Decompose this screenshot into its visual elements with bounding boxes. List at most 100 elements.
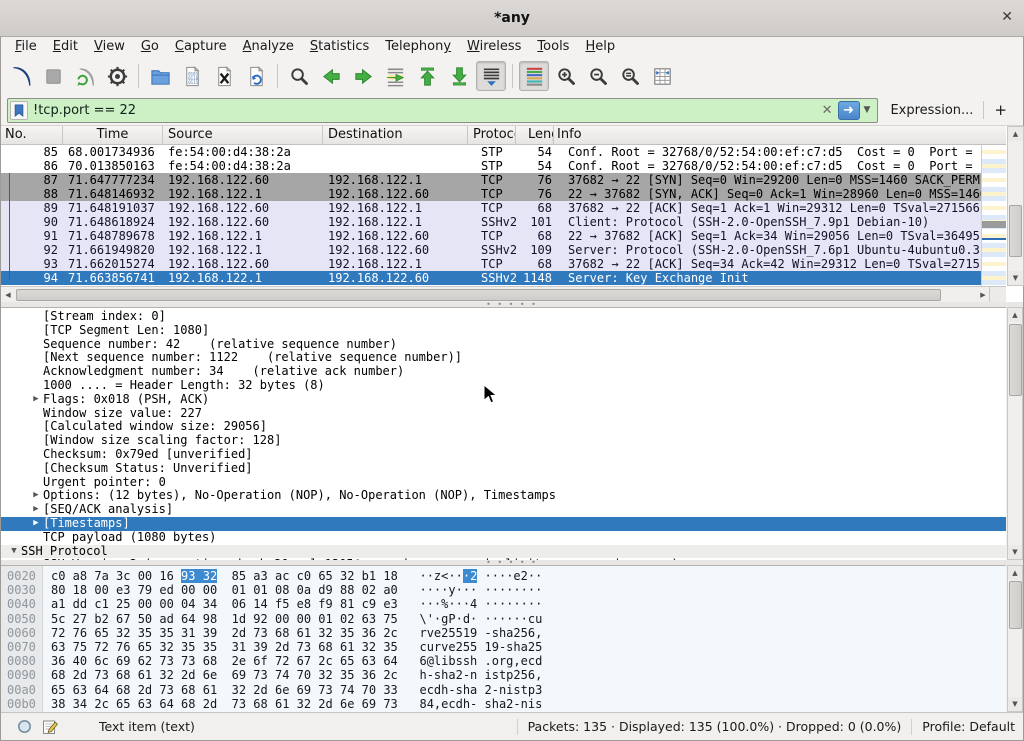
detail-line[interactable]: Acknowledgment number: 34 (relative ack … bbox=[1, 365, 1006, 379]
menu-wireless[interactable]: Wireless bbox=[459, 38, 529, 56]
hscrollbar-thumb[interactable] bbox=[16, 289, 941, 301]
hex-row-00a0[interactable]: 00a065 63 64 68 2d 73 68 61 32 2d 6e 69 … bbox=[1, 683, 1006, 697]
column-header-source[interactable]: Source bbox=[163, 126, 323, 144]
packet-row-93[interactable]: 9371.662015274192.168.122.60192.168.122.… bbox=[1, 257, 981, 271]
add-filter-button[interactable]: + bbox=[984, 101, 1017, 119]
menu-help[interactable]: Help bbox=[577, 38, 623, 56]
clear-filter-icon[interactable]: ✕ bbox=[817, 103, 838, 118]
toolbar-go-forward-button[interactable] bbox=[348, 61, 378, 91]
apply-filter-button[interactable]: ➜ bbox=[838, 101, 860, 120]
menu-edit[interactable]: Edit bbox=[45, 38, 86, 56]
expander-collapsed-icon[interactable]: ▶ bbox=[29, 503, 43, 517]
detail-line[interactable]: [Calculated window size: 29056] bbox=[1, 420, 1006, 434]
detail-line[interactable]: ▶Flags: 0x018 (PSH, ACK) bbox=[1, 393, 1006, 407]
packet-minimap[interactable] bbox=[981, 145, 1006, 286]
toolbar-restart-capture-button[interactable] bbox=[70, 61, 100, 91]
scrollbar-thumb[interactable] bbox=[1009, 324, 1022, 396]
status-profile[interactable]: Profile: Default bbox=[922, 719, 1015, 734]
detail-line[interactable]: Checksum: 0x79ed [unverified] bbox=[1, 448, 1006, 462]
titlebar[interactable]: *any ✕ bbox=[0, 0, 1024, 37]
packet-row-86[interactable]: 8670.013850163fe:54:00:d4:38:2aSTP54Conf… bbox=[1, 159, 981, 173]
hex-row-0020[interactable]: 0020c0 a8 7a 3c 00 16 93 32 85 a3 ac c0 … bbox=[1, 569, 1006, 583]
toolbar-auto-scroll-button[interactable] bbox=[476, 61, 506, 91]
detail-line[interactable]: ▶[SEQ/ACK analysis] bbox=[1, 503, 1006, 517]
scroll-down-icon[interactable]: ▼ bbox=[1008, 545, 1022, 559]
column-header-destination[interactable]: Destination bbox=[323, 126, 468, 144]
detail-line[interactable]: [TCP Segment Len: 1080] bbox=[1, 324, 1006, 338]
close-icon[interactable]: ✕ bbox=[1001, 9, 1013, 25]
scroll-up-icon[interactable]: ▲ bbox=[1008, 127, 1023, 141]
detail-line[interactable]: 1000 .... = Header Length: 32 bytes (8) bbox=[1, 379, 1006, 393]
detail-line[interactable]: TCP payload (1080 bytes) bbox=[1, 531, 1006, 545]
toolbar-stop-capture-button[interactable] bbox=[38, 61, 68, 91]
hex-row-0080[interactable]: 008036 40 6c 69 62 73 73 68 2e 6f 72 67 … bbox=[1, 654, 1006, 668]
filter-bookmark-icon[interactable] bbox=[10, 101, 28, 120]
hex-row-00b0[interactable]: 00b038 34 2c 65 63 64 68 2d 73 68 61 32 … bbox=[1, 697, 1006, 711]
toolbar-zoom-out-button[interactable] bbox=[583, 61, 613, 91]
hex-scrollbar[interactable]: ▲ ▼ bbox=[1007, 565, 1023, 712]
toolbar-reload-file-button[interactable] bbox=[241, 61, 271, 91]
packet-row-91[interactable]: 9171.648789678192.168.122.1192.168.122.6… bbox=[1, 229, 981, 243]
scroll-down-icon[interactable]: ▼ bbox=[1008, 271, 1023, 285]
expert-info-icon[interactable] bbox=[17, 719, 32, 734]
hex-row-0050[interactable]: 00505c 27 b2 67 50 ad 64 98 1d 92 00 00 … bbox=[1, 612, 1006, 626]
expander-expanded-icon[interactable]: ▼ bbox=[7, 545, 21, 559]
scroll-right-icon[interactable]: ▶ bbox=[976, 288, 990, 302]
expander-collapsed-icon[interactable]: ▶ bbox=[29, 489, 43, 503]
packet-row-92[interactable]: 9271.661949820192.168.122.1192.168.122.6… bbox=[1, 243, 981, 257]
toolbar-resize-columns-button[interactable] bbox=[647, 61, 677, 91]
detail-line[interactable]: ▶Options: (12 bytes), No-Operation (NOP)… bbox=[1, 489, 1006, 503]
scroll-left-icon[interactable]: ◀ bbox=[1, 288, 15, 302]
menu-view[interactable]: View bbox=[86, 38, 133, 56]
hex-row-0090[interactable]: 009068 2d 73 68 61 32 2d 6e 69 73 74 70 … bbox=[1, 668, 1006, 682]
column-header-no[interactable]: No. bbox=[1, 126, 63, 144]
hex-row-0040[interactable]: 0040a1 dd c1 25 00 00 04 34 06 14 f5 e8 … bbox=[1, 597, 1006, 611]
toolbar-zoom-in-button[interactable] bbox=[551, 61, 581, 91]
display-filter-input[interactable]: !tcp.port == 22 bbox=[33, 103, 817, 118]
packet-row-87[interactable]: 8771.647777234192.168.122.60192.168.122.… bbox=[1, 173, 981, 187]
menu-tools[interactable]: Tools bbox=[529, 38, 577, 56]
toolbar-start-capture-button[interactable] bbox=[6, 61, 36, 91]
menu-analyze[interactable]: Analyze bbox=[235, 38, 302, 56]
menu-go[interactable]: Go bbox=[133, 38, 167, 56]
packet-row-94[interactable]: 9471.663856741192.168.122.1192.168.122.6… bbox=[1, 271, 981, 285]
detail-line[interactable]: [Next sequence number: 1122 (relative se… bbox=[1, 351, 1006, 365]
column-header-protocol[interactable]: Protocol bbox=[468, 126, 516, 144]
menu-capture[interactable]: Capture bbox=[167, 38, 235, 56]
column-header-time[interactable]: Time bbox=[63, 126, 163, 144]
column-header-length[interactable]: Length bbox=[516, 126, 554, 144]
detail-line[interactable]: ▶[Timestamps] bbox=[1, 517, 1006, 531]
capture-comment-icon[interactable] bbox=[42, 719, 59, 735]
toolbar-go-to-packet-button[interactable] bbox=[380, 61, 410, 91]
hex-row-0030[interactable]: 003080 18 00 e3 79 ed 00 00 01 01 08 0a … bbox=[1, 583, 1006, 597]
display-filter-field[interactable]: !tcp.port == 22 ✕ ➜ ▼ bbox=[7, 98, 878, 123]
scrollbar-thumb[interactable] bbox=[1009, 205, 1022, 257]
expander-collapsed-icon[interactable]: ▶ bbox=[29, 393, 43, 407]
packet-row-90[interactable]: 9071.648618924192.168.122.60192.168.122.… bbox=[1, 215, 981, 229]
menu-statistics[interactable]: Statistics bbox=[302, 38, 377, 56]
toolbar-capture-options-button[interactable] bbox=[102, 61, 132, 91]
toolbar-save-file-button[interactable]: 010101100111 bbox=[177, 61, 207, 91]
menu-file[interactable]: File bbox=[7, 38, 45, 56]
detail-line[interactable]: Urgent pointer: 0 bbox=[1, 476, 1006, 490]
hex-row-0060[interactable]: 006072 76 65 32 35 35 31 39 2d 73 68 61 … bbox=[1, 626, 1006, 640]
scroll-up-icon[interactable]: ▲ bbox=[1008, 308, 1022, 322]
toolbar-open-file-button[interactable] bbox=[145, 61, 175, 91]
toolbar-zoom-original-button[interactable] bbox=[615, 61, 645, 91]
detail-line[interactable]: [Stream index: 0] bbox=[1, 310, 1006, 324]
details-scrollbar[interactable]: ▲ ▼ bbox=[1007, 307, 1023, 560]
scroll-down-icon[interactable]: ▼ bbox=[1008, 697, 1022, 711]
toolbar-close-file-button[interactable] bbox=[209, 61, 239, 91]
packet-row-85[interactable]: 8568.001734936fe:54:00:d4:38:2aSTP54Conf… bbox=[1, 145, 981, 159]
toolbar-go-last-button[interactable] bbox=[444, 61, 474, 91]
column-header-info[interactable]: Info bbox=[554, 126, 1006, 144]
toolbar-go-back-button[interactable] bbox=[316, 61, 346, 91]
detail-line[interactable]: [Window size scaling factor: 128] bbox=[1, 434, 1006, 448]
detail-line[interactable]: [Checksum Status: Unverified] bbox=[1, 462, 1006, 476]
filter-dropdown-caret[interactable]: ▼ bbox=[860, 105, 876, 115]
menu-telephony[interactable]: Telephony bbox=[377, 38, 459, 56]
scroll-up-icon[interactable]: ▲ bbox=[1008, 566, 1022, 580]
detail-line[interactable]: Sequence number: 42 (relative sequence n… bbox=[1, 338, 1006, 352]
toolbar-colorize-button[interactable] bbox=[519, 61, 549, 91]
packet-list-scrollbar[interactable]: ▲ ▼ bbox=[1007, 126, 1024, 286]
